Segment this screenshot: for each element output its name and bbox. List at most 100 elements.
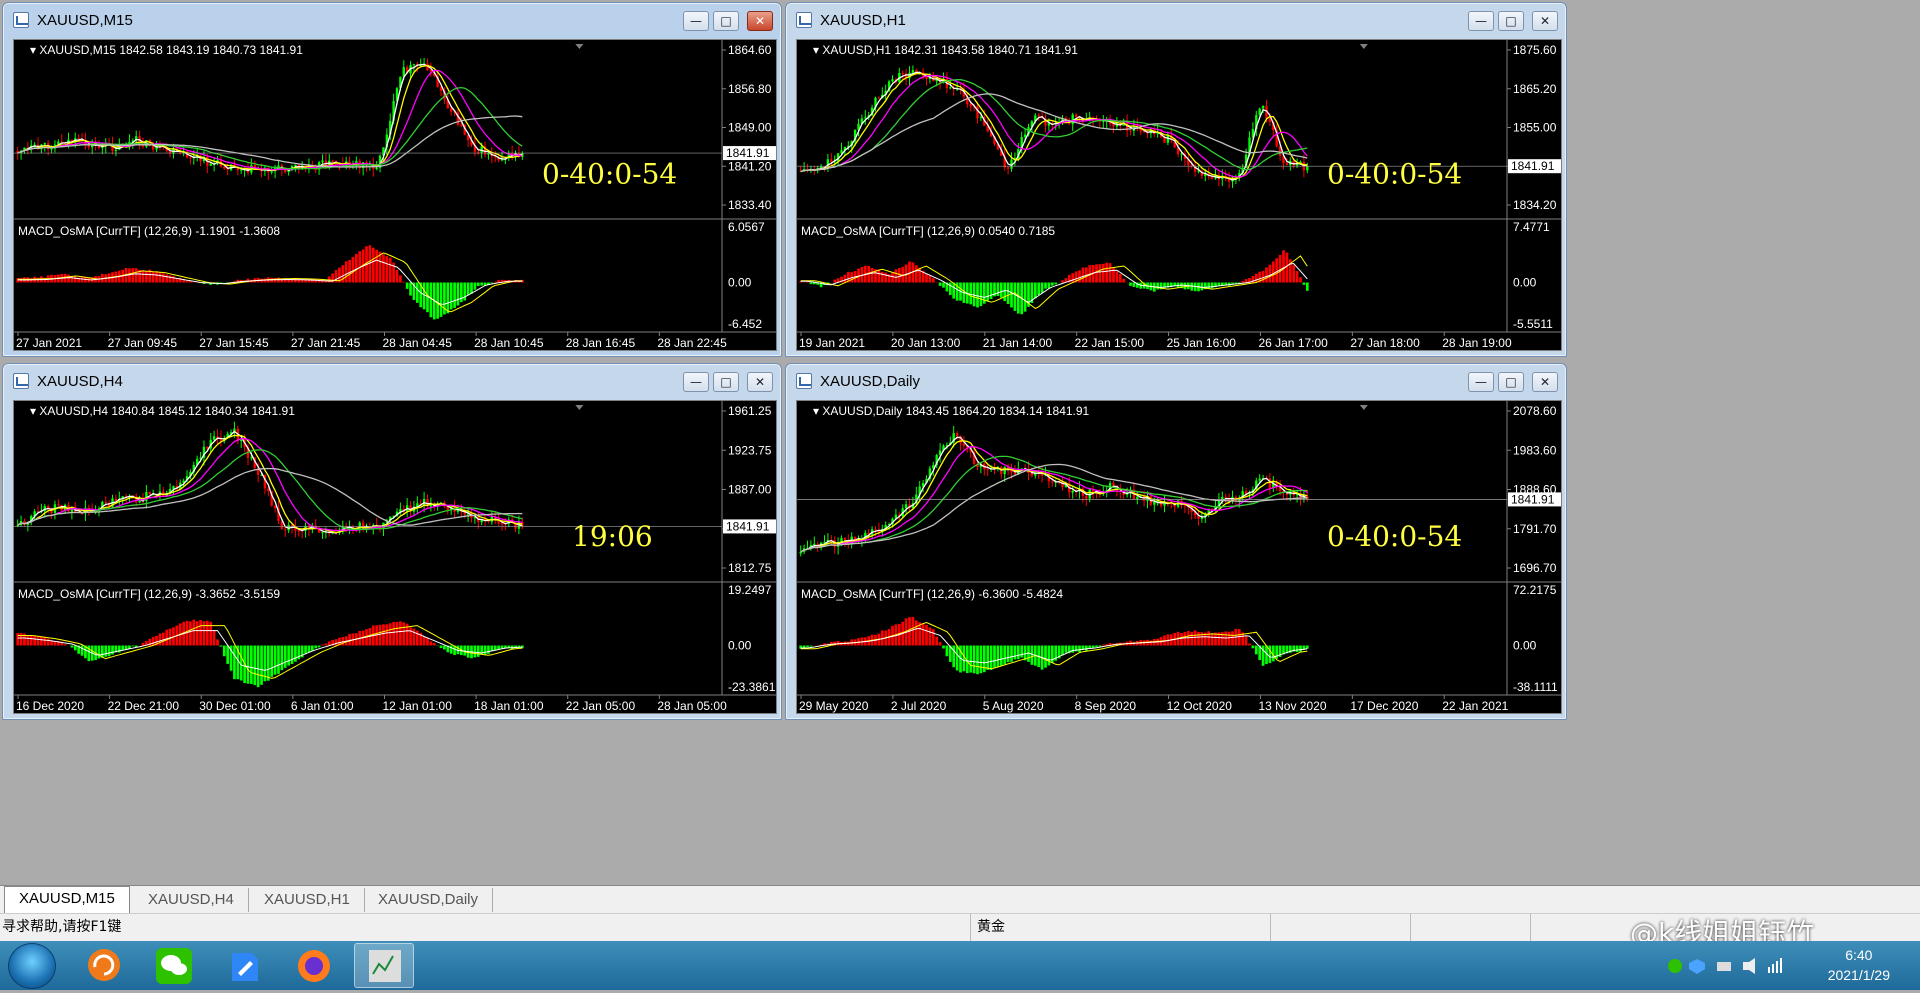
close-button[interactable]: ✕ bbox=[1532, 11, 1558, 31]
macd-histogram-bar bbox=[399, 621, 402, 645]
app-refresh-icon bbox=[74, 943, 134, 988]
candle-body bbox=[250, 457, 252, 458]
macd-histogram-bar bbox=[389, 623, 392, 645]
tab-xauusd-h1[interactable]: XAUUSD,H1 bbox=[250, 888, 365, 912]
macd-histogram-bar bbox=[443, 646, 446, 650]
chart-area[interactable]: ▾ XAUUSD,Daily 1843.45 1864.20 1834.14 1… bbox=[796, 400, 1562, 714]
moving-average-line bbox=[801, 437, 1308, 552]
window-titlebar[interactable]: XAUUSD,H1 — □ ✕ bbox=[786, 3, 1566, 37]
window-titlebar[interactable]: XAUUSD,H4 — □ ✕ bbox=[3, 364, 781, 398]
moving-average-line bbox=[18, 469, 523, 526]
candle-body bbox=[902, 73, 904, 74]
maximize-button[interactable]: □ bbox=[1498, 372, 1524, 392]
macd-histogram-bar bbox=[1020, 646, 1023, 658]
taskbar-app-1[interactable] bbox=[74, 943, 134, 988]
macd-histogram-bar bbox=[304, 646, 307, 654]
chart-window-h4[interactable]: XAUUSD,H4 — □ ✕ ▾ XAUUSD,H4 1840.84 1845… bbox=[2, 363, 782, 720]
price-chart[interactable]: ▾ XAUUSD,Daily 1843.45 1864.20 1834.14 1… bbox=[797, 401, 1562, 714]
macd-histogram-bar bbox=[474, 283, 477, 290]
taskbar-mt4[interactable] bbox=[354, 943, 414, 988]
chart-window-daily[interactable]: XAUUSD,Daily — □ ✕ ▾ XAUUSD,Daily 1843.4… bbox=[785, 363, 1567, 720]
minimize-button[interactable]: — bbox=[683, 372, 709, 392]
macd-histogram-bar bbox=[1292, 265, 1295, 283]
taskbar-wechat[interactable] bbox=[144, 943, 204, 988]
candle-body bbox=[57, 504, 59, 505]
macd-histogram-bar bbox=[494, 646, 497, 651]
time-tick-label: 28 Jan 10:45 bbox=[474, 336, 544, 350]
price-tick-label: 1875.60 bbox=[1513, 43, 1557, 57]
macd-histogram-bar bbox=[939, 642, 942, 645]
candle-body bbox=[1007, 167, 1009, 168]
macd-histogram-bar bbox=[33, 636, 36, 646]
system-clock[interactable]: 6:40 2021/1/29 bbox=[1828, 945, 1890, 985]
maximize-button[interactable]: □ bbox=[713, 11, 739, 31]
price-chart[interactable]: ▾ XAUUSD,H1 1842.31 1843.58 1840.71 1841… bbox=[797, 40, 1562, 351]
chart-area[interactable]: ▾ XAUUSD,H4 1840.84 1845.12 1840.34 1841… bbox=[13, 400, 777, 714]
close-button[interactable]: ✕ bbox=[747, 11, 773, 31]
window-titlebar[interactable]: XAUUSD,M15 — □ ✕ bbox=[3, 3, 781, 37]
macd-histogram-bar bbox=[1095, 264, 1098, 282]
maximize-button[interactable]: □ bbox=[713, 372, 739, 392]
tab-xauusd-h4[interactable]: XAUUSD,H4 bbox=[134, 888, 249, 912]
window-title: XAUUSD,M15 bbox=[37, 12, 133, 29]
chart-window-m15[interactable]: XAUUSD,M15 — □ ✕ ▾ XAUUSD,M15 1842.58 18… bbox=[2, 2, 782, 357]
maximize-button[interactable]: □ bbox=[1498, 11, 1524, 31]
window-titlebar[interactable]: XAUUSD,Daily — □ ✕ bbox=[786, 364, 1566, 398]
minimize-button[interactable]: — bbox=[1468, 11, 1494, 31]
taskbar-firefox[interactable] bbox=[284, 943, 344, 988]
close-button[interactable]: ✕ bbox=[747, 372, 773, 392]
macd-histogram-bar bbox=[1218, 283, 1221, 286]
macd-histogram-bar bbox=[335, 639, 338, 645]
time-tick-label: 27 Jan 2021 bbox=[16, 336, 82, 350]
macd-histogram-bar bbox=[1085, 646, 1088, 651]
candle-body bbox=[844, 538, 846, 540]
macd-histogram-bar bbox=[284, 646, 287, 668]
macd-histogram-bar bbox=[1201, 283, 1204, 291]
macd-histogram-bar bbox=[990, 646, 993, 671]
candle-body bbox=[223, 167, 225, 169]
minimize-button[interactable]: — bbox=[683, 11, 709, 31]
macd-histogram-bar bbox=[1119, 274, 1122, 283]
macd-histogram-bar bbox=[81, 646, 84, 656]
chart-window-icon bbox=[796, 373, 812, 389]
close-button[interactable]: ✕ bbox=[1532, 372, 1558, 392]
macd-histogram-bar bbox=[1088, 646, 1091, 649]
time-tick-label: 27 Jan 21:45 bbox=[291, 336, 361, 350]
candle-body bbox=[501, 523, 503, 524]
macd-histogram-bar bbox=[484, 646, 487, 655]
macd-histogram-bar bbox=[409, 627, 412, 645]
chart-window-h1[interactable]: XAUUSD,H1 — □ ✕ ▾ XAUUSD,H1 1842.31 1843… bbox=[785, 2, 1567, 357]
status-help-text: 寻求帮助,请按F1键 bbox=[0, 914, 121, 942]
macd-histogram-bar bbox=[71, 646, 74, 648]
time-tick-label: 2 Jul 2020 bbox=[891, 699, 947, 713]
window-title: XAUUSD,H1 bbox=[820, 12, 906, 29]
price-chart[interactable]: ▾ XAUUSD,H4 1840.84 1845.12 1840.34 1841… bbox=[14, 401, 777, 714]
time-tick-label: 20 Jan 13:00 bbox=[891, 336, 961, 350]
macd-histogram-bar bbox=[440, 283, 443, 317]
moving-average-line bbox=[18, 116, 523, 167]
price-chart[interactable]: ▾ XAUUSD,M15 1842.58 1843.19 1840.73 184… bbox=[14, 40, 777, 351]
chart-area[interactable]: ▾ XAUUSD,H1 1842.31 1843.58 1840.71 1841… bbox=[796, 39, 1562, 351]
time-tick-label: 22 Jan 05:00 bbox=[566, 699, 636, 713]
macd-histogram-bar bbox=[128, 268, 131, 282]
macd-histogram-bar bbox=[162, 273, 165, 282]
macd-histogram-bar bbox=[1095, 646, 1098, 648]
tab-xauusd-daily[interactable]: XAUUSD,Daily bbox=[364, 888, 493, 912]
candle-body bbox=[50, 149, 52, 150]
start-button[interactable] bbox=[8, 943, 56, 989]
tray-icons[interactable] bbox=[1665, 955, 1825, 977]
candle-body bbox=[1153, 502, 1155, 505]
macd-histogram-bar bbox=[382, 624, 385, 645]
price-tick-label: 1887.00 bbox=[728, 483, 772, 497]
macd-histogram-bar bbox=[1014, 646, 1017, 660]
minimize-button[interactable]: — bbox=[1468, 372, 1494, 392]
tab-xauusd-m15[interactable]: XAUUSD,M15 bbox=[4, 886, 130, 913]
macd-histogram-bar bbox=[74, 277, 77, 283]
macd-histogram-bar bbox=[980, 283, 983, 307]
chart-area[interactable]: ▾ XAUUSD,M15 1842.58 1843.19 1840.73 184… bbox=[13, 39, 777, 351]
macd-histogram-bar bbox=[1122, 279, 1125, 283]
macd-histogram-bar bbox=[71, 276, 74, 282]
macd-histogram-bar bbox=[226, 646, 229, 664]
taskbar-app-3[interactable] bbox=[214, 943, 274, 988]
macd-histogram-bar bbox=[423, 636, 426, 645]
